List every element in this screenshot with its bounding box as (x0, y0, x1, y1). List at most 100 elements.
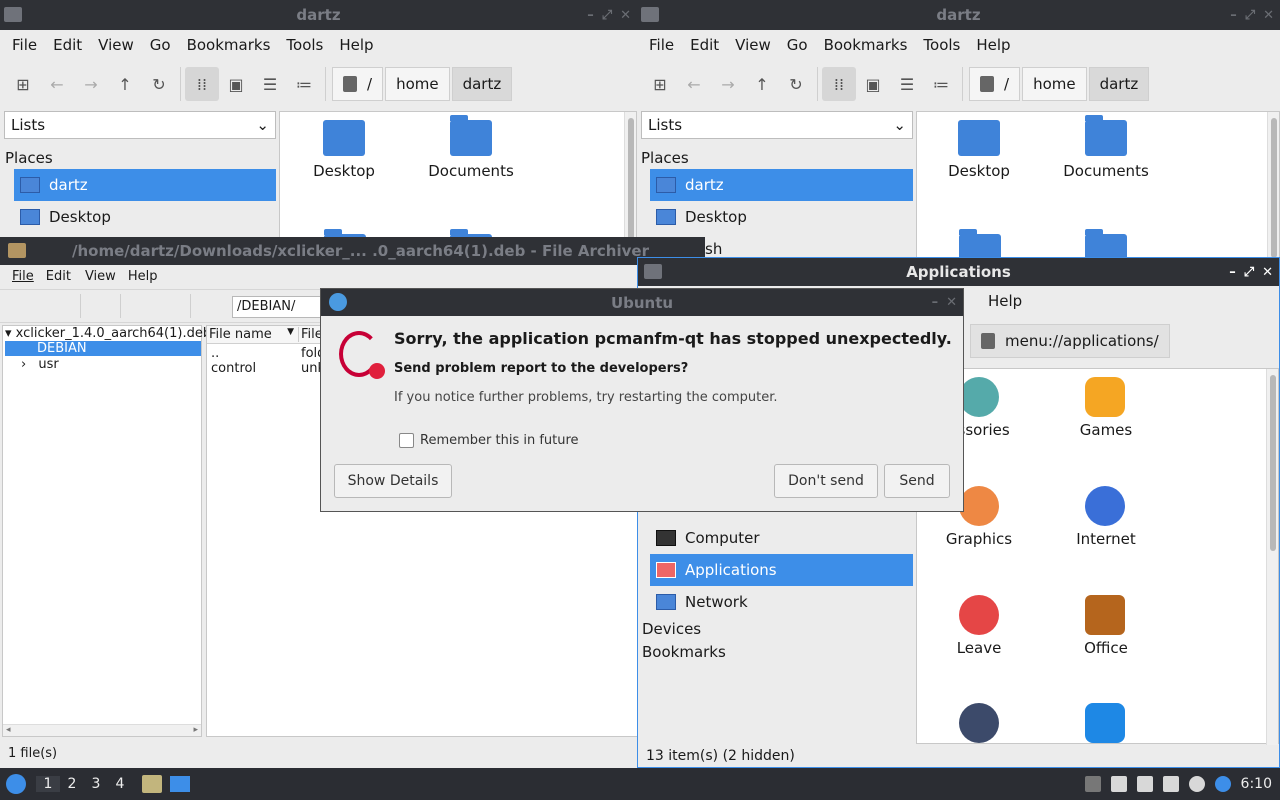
icon-documents[interactable]: Documents (1046, 115, 1166, 180)
sidebar-item-applications[interactable]: Applications (650, 554, 913, 586)
close-icon[interactable]: ✕ (946, 295, 957, 310)
menu-view[interactable]: View (79, 269, 122, 284)
icon-view-icon[interactable]: ⁞⁞ (185, 67, 219, 101)
thumbnail-view-icon[interactable]: ▣ (219, 67, 253, 101)
sidebar-item-computer[interactable]: Computer (650, 522, 913, 554)
reload-icon[interactable]: ↻ (142, 67, 176, 101)
close-icon[interactable]: ✕ (1262, 265, 1273, 280)
right-fm-titlebar[interactable]: dartz – ⤢ ✕ (637, 0, 1280, 30)
up-icon[interactable]: ↑ (745, 67, 779, 101)
app-office[interactable]: Office (1046, 639, 1166, 657)
scrollbar-thumb[interactable] (1270, 375, 1276, 551)
menu-bookmarks[interactable]: Bookmarks (816, 36, 916, 54)
sidebar-item-desktop[interactable]: Desktop (650, 201, 913, 233)
menu-bookmarks[interactable]: Bookmarks (179, 36, 279, 54)
dialog-titlebar[interactable]: Ubuntu – ✕ (321, 289, 963, 316)
up-icon[interactable]: ↑ (108, 67, 142, 101)
menu-file[interactable]: File (641, 36, 682, 54)
discover-icon[interactable] (1214, 776, 1231, 792)
tree-hscroll[interactable]: ◂ ▸ (3, 724, 201, 736)
side-pane-combo[interactable]: Lists ⌄ (641, 111, 913, 139)
apps-scrollbar[interactable] (1266, 369, 1278, 745)
close-icon[interactable]: ✕ (1263, 8, 1274, 23)
path-root[interactable]: / (332, 67, 384, 101)
scroll-left-icon[interactable]: ◂ (6, 725, 11, 735)
maximize-icon[interactable]: ⤢ (1245, 8, 1255, 23)
side-pane-combo[interactable]: Lists ⌄ (4, 111, 276, 139)
detail-view-icon[interactable]: ≔ (287, 67, 321, 101)
clipboard-icon[interactable] (1162, 776, 1179, 792)
archiver-titlebar[interactable]: /home/dartz/Downloads/xclicker_... .0_aa… (0, 237, 705, 265)
archiver-tree[interactable]: ▾ xclicker_1.4.0_aarch64(1).deb DEBIAN ›… (2, 325, 211, 737)
show-desktop-icon[interactable] (170, 776, 190, 792)
apps-location[interactable]: menu://applications/ (970, 324, 1170, 358)
menu-help[interactable]: Help (968, 36, 1018, 54)
menu-view[interactable]: View (727, 36, 779, 54)
minimize-icon[interactable]: – (1229, 265, 1236, 280)
menu-go[interactable]: Go (779, 36, 816, 54)
maximize-icon[interactable]: ⤢ (1244, 265, 1254, 280)
menu-edit[interactable]: Edit (45, 36, 90, 54)
menu-help[interactable]: Help (122, 269, 164, 284)
menu-help[interactable]: Help (331, 36, 381, 54)
table-row[interactable]: .. fold (211, 346, 325, 361)
sidebar-item-dartz[interactable]: dartz (650, 169, 913, 201)
compact-view-icon[interactable]: ☰ (890, 67, 924, 101)
path-dartz[interactable]: dartz (1088, 67, 1150, 101)
path-dartz[interactable]: dartz (451, 67, 513, 101)
start-menu-icon[interactable] (6, 774, 26, 794)
thumbnail-view-icon[interactable]: ▣ (856, 67, 890, 101)
menu-file[interactable]: File (4, 36, 45, 54)
icon-desktop[interactable]: Desktop (284, 120, 404, 180)
update-icon[interactable] (1084, 776, 1101, 792)
new-tab-icon[interactable]: ⊞ (643, 67, 677, 101)
minimize-icon[interactable]: – (1230, 8, 1237, 23)
path-home[interactable]: home (385, 67, 450, 101)
minimize-icon[interactable]: – (587, 8, 594, 23)
apps-titlebar[interactable]: Applications – ⤢ ✕ (638, 258, 1279, 286)
left-fm-titlebar[interactable]: dartz – ⤢ ✕ (0, 0, 637, 30)
scrollbar-thumb[interactable] (1271, 118, 1277, 258)
right-fm-iconview[interactable]: Desktop Documents (916, 111, 1280, 260)
dont-send-button[interactable]: Don't send (774, 464, 878, 498)
app-internet[interactable]: Internet (1046, 530, 1166, 548)
compact-view-icon[interactable]: ☰ (253, 67, 287, 101)
sidebar-item-desktop[interactable]: Desktop (14, 201, 276, 233)
column-file-name[interactable]: File name ▼ (209, 327, 299, 342)
network-icon[interactable] (1188, 776, 1205, 792)
menu-go[interactable]: Go (142, 36, 179, 54)
new-tab-icon[interactable]: ⊞ (6, 67, 40, 101)
desktop-4[interactable]: 4 (108, 776, 132, 792)
tree-item-usr[interactable]: › usr (21, 357, 59, 372)
menu-file[interactable]: File (4, 269, 38, 284)
desktop-3[interactable]: 3 (84, 776, 108, 792)
back-icon[interactable]: ← (677, 67, 711, 101)
reload-icon[interactable]: ↻ (779, 67, 813, 101)
tree-item-archive[interactable]: ▾ xclicker_1.4.0_aarch64(1).deb (5, 326, 211, 341)
icon-desktop[interactable]: Desktop (919, 120, 1039, 180)
remember-checkbox[interactable]: Remember this in future (399, 433, 579, 448)
file-manager-launcher-icon[interactable] (142, 775, 162, 793)
apps-iconview[interactable]: essories Games Graphics Internet Leave O… (916, 368, 1279, 745)
app-leave[interactable]: Leave (919, 639, 1039, 657)
icon-documents[interactable]: Documents (411, 115, 531, 180)
display-icon[interactable] (1136, 776, 1153, 792)
minimize-icon[interactable]: – (932, 295, 939, 310)
menu-edit[interactable]: Edit (682, 36, 727, 54)
sidebar-item-dartz[interactable]: dartz (14, 169, 276, 201)
right-fm-scrollbar[interactable] (1267, 112, 1279, 260)
desktop-1[interactable]: 1 (36, 776, 60, 792)
icon-view-icon[interactable]: ⁞⁞ (822, 67, 856, 101)
back-icon[interactable]: ← (40, 67, 74, 101)
menu-view[interactable]: View (90, 36, 142, 54)
tree-item-debian[interactable]: DEBIAN (5, 341, 201, 356)
sidebar-item-network[interactable]: Network (650, 586, 913, 618)
forward-icon[interactable]: → (74, 67, 108, 101)
menu-help[interactable]: Help (980, 292, 1030, 310)
app-games[interactable]: Games (1046, 421, 1166, 439)
send-button[interactable]: Send (884, 464, 950, 498)
detail-view-icon[interactable]: ≔ (924, 67, 958, 101)
table-row[interactable]: control unk (211, 361, 325, 376)
location-field[interactable]: /DEBIAN/ (232, 296, 324, 318)
menu-tools[interactable]: Tools (915, 36, 968, 54)
